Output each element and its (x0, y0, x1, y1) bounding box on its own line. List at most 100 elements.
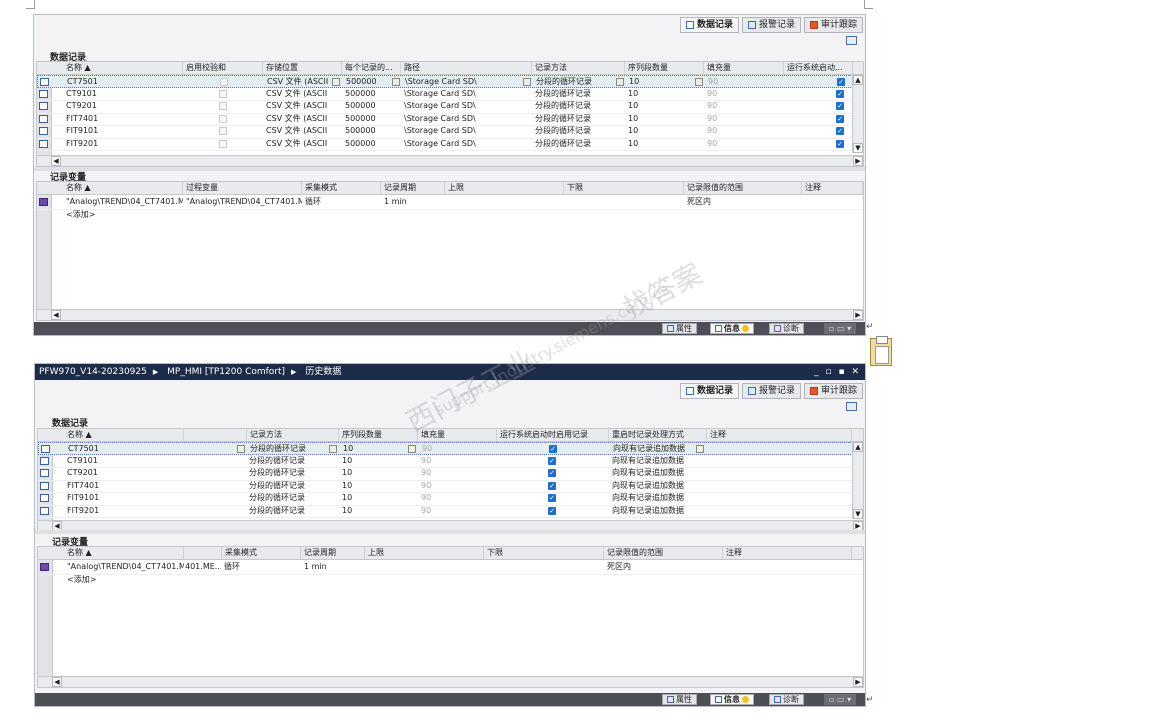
col-checksum[interactable]: 启用校验和 (183, 62, 263, 74)
var-col-name[interactable]: 名称 ▲ (63, 182, 183, 194)
col-runtime-start[interactable]: 运行系统启动时启用记录 (497, 429, 609, 441)
checksum-checkbox[interactable] (220, 78, 228, 86)
var-col-process[interactable]: 过程变量 (183, 182, 302, 194)
checksum-checkbox[interactable] (219, 139, 227, 148)
col-segments[interactable]: 序列段数量 (339, 429, 418, 441)
col-runtime-start[interactable]: 运行系统启动... (784, 62, 853, 74)
var-col-range[interactable]: 记录限值的范围 (684, 182, 802, 194)
runtime-start-checkbox[interactable]: ✓ (836, 139, 844, 148)
log-var-row[interactable]: "Analog\TREND\04_CT7401.ME... "Analog\TR… (37, 196, 863, 210)
table-row[interactable]: CT7501 CSV 文件 (ASCII) 500000 \Storage Card … (37, 75, 863, 88)
runtime-start-checkbox[interactable]: ✓ (548, 481, 556, 490)
window-controls[interactable]: _ ▫ ▪ ✕ (814, 364, 861, 380)
table-row[interactable]: CT9101 分段的循环记录 10 90 ✓ 向现有记录追加数据 (38, 455, 863, 468)
data-log-vscroll[interactable]: ▲ ▼ (852, 442, 863, 519)
scroll-left-button[interactable]: ◀ (51, 156, 61, 166)
method-dropdown-icon[interactable] (237, 445, 245, 453)
var-col-name[interactable]: 名称 ▲ (64, 547, 184, 559)
var-col-range[interactable]: 记录限值的范围 (604, 547, 723, 559)
table-settings-icon[interactable] (846, 36, 857, 45)
scroll-right-button[interactable]: ▶ (853, 677, 863, 687)
info-button[interactable]: 信息 (710, 323, 754, 334)
diagnostics-button[interactable]: 诊断 (769, 694, 804, 705)
runtime-start-checkbox[interactable]: ✓ (837, 78, 845, 86)
tab-data-log[interactable]: 数据记录 (679, 383, 739, 399)
crumb-project[interactable]: PFW970_V14-20230925 (39, 364, 147, 380)
add-label[interactable]: <添加> (66, 209, 95, 221)
var-col-comment[interactable]: 注释 (723, 547, 852, 559)
table-row[interactable]: FIT9101 CSV 文件 (ASCII) 500000 \Storage Card… (37, 125, 863, 139)
col-restart-handling[interactable]: 重启时记录处理方式 (609, 429, 707, 441)
checksum-checkbox[interactable] (219, 89, 227, 98)
paste-options-icon[interactable] (870, 336, 892, 366)
records-spinner-icon[interactable] (392, 78, 400, 86)
var-col-low[interactable]: 下限 (484, 547, 604, 559)
var-col-high[interactable]: 上限 (365, 547, 484, 559)
table-row[interactable]: FIT9201 分段的循环记录 10 90 ✓ 向现有记录追加数据 (38, 505, 863, 518)
section-splitter[interactable] (34, 167, 865, 171)
table-row[interactable]: FIT7401 CSV 文件 (ASCII) 500000 \Storage Card… (37, 113, 863, 126)
runtime-start-checkbox[interactable]: ✓ (836, 127, 844, 135)
table-row[interactable]: FIT9201 CSV 文件 (ASCII) 500000 \Storage Card… (37, 138, 863, 151)
runtime-start-checkbox[interactable]: ✓ (836, 114, 844, 123)
segments-spinner-icon[interactable] (408, 445, 416, 453)
add-row[interactable]: <添加> (37, 209, 863, 222)
var-col-high[interactable]: 上限 (445, 182, 564, 194)
scroll-down-button[interactable]: ▼ (853, 143, 863, 153)
table-row[interactable]: CT7501 分段的循环记录 10 90 ✓ 向现有记录追加数据 (38, 442, 863, 455)
scroll-up-button[interactable]: ▲ (853, 442, 863, 452)
tab-data-log[interactable]: 数据记录 (679, 17, 739, 33)
var-col-mode[interactable]: 采集模式 (222, 547, 301, 559)
crumb-device[interactable]: MP_HMI [TP1200 Comfort] (167, 364, 285, 380)
tab-alarm-log[interactable]: 报警记录 (741, 383, 801, 399)
scroll-left-button[interactable]: ◀ (51, 310, 61, 320)
table-settings-icon[interactable] (846, 402, 857, 411)
col-fill[interactable]: 填充量 (704, 62, 784, 74)
col-log-method[interactable]: 记录方法 (532, 62, 625, 74)
scroll-up-button[interactable]: ▲ (853, 75, 863, 85)
scroll-right-button[interactable]: ▶ (853, 310, 863, 320)
col-records-per-log[interactable]: 每个记录的... (342, 62, 401, 74)
checksum-checkbox[interactable] (219, 114, 227, 123)
crumb-page[interactable]: 历史数据 (305, 364, 341, 380)
log-vars-hscroll[interactable]: ◀ ▶ (37, 309, 863, 320)
runtime-start-checkbox[interactable]: ✓ (836, 89, 844, 98)
checksum-checkbox[interactable] (219, 127, 227, 135)
col-path[interactable]: 路径 (401, 62, 532, 74)
path-dropdown-icon[interactable] (523, 78, 531, 86)
col-segments[interactable]: 序列段数量 (625, 62, 704, 74)
var-col-cycle[interactable]: 记录周期 (301, 547, 365, 559)
diagnostics-button[interactable]: 诊断 (769, 323, 804, 334)
log-var-row[interactable]: "Analog\TREND\04_CT7401.ME... 401.ME... … (38, 561, 863, 575)
scroll-left-button[interactable]: ◀ (52, 677, 62, 687)
runtime-start-checkbox[interactable]: ✓ (548, 456, 556, 465)
add-row[interactable]: <添加> (38, 574, 863, 587)
section-splitter[interactable] (35, 530, 865, 534)
runtime-start-checkbox[interactable]: ✓ (548, 469, 556, 477)
restart-dropdown-icon[interactable] (696, 445, 704, 453)
col-storage[interactable]: 存储位置 (263, 62, 342, 74)
properties-button[interactable]: 属性 (662, 323, 697, 334)
var-col-low[interactable]: 下限 (564, 182, 684, 194)
tab-audit-trail[interactable]: 审计跟踪 (803, 383, 863, 399)
storage-dropdown-icon[interactable] (332, 78, 340, 86)
var-col-comment[interactable]: 注释 (802, 182, 863, 194)
runtime-start-checkbox[interactable]: ✓ (548, 506, 556, 515)
method-dropdown-icon[interactable] (616, 78, 624, 86)
col-comment[interactable]: 注释 (707, 429, 852, 441)
table-row[interactable]: CT9201 CSV 文件 (ASCII) 500000 \Storage Card … (37, 100, 863, 114)
log-vars-hscroll[interactable]: ◀ ▶ (38, 676, 863, 687)
scroll-right-button[interactable]: ▶ (853, 156, 863, 166)
tab-alarm-log[interactable]: 报警记录 (741, 17, 801, 33)
add-label[interactable]: <添加> (67, 574, 96, 586)
data-log-vscroll[interactable]: ▲ ▼ (852, 75, 863, 153)
table-row[interactable]: FIT9101 分段的循环记录 10 90 ✓ 向现有记录追加数据 (38, 492, 863, 506)
data-log-hscroll[interactable]: ◀ ▶ (37, 155, 863, 166)
var-col-mode[interactable]: 采集模式 (302, 182, 381, 194)
var-col-cycle[interactable]: 记录周期 (381, 182, 445, 194)
inspector-controls[interactable]: ▫ ▭ ▾ (824, 323, 857, 334)
properties-button[interactable]: 属性 (662, 694, 697, 705)
table-row[interactable]: FIT7401 分段的循环记录 10 90 ✓ 向现有记录追加数据 (38, 480, 863, 493)
table-row[interactable]: CT9201 分段的循环记录 10 90 ✓ 向现有记录追加数据 (38, 467, 863, 481)
inspector-controls[interactable]: ▫ ▭ ▾ (824, 694, 857, 705)
